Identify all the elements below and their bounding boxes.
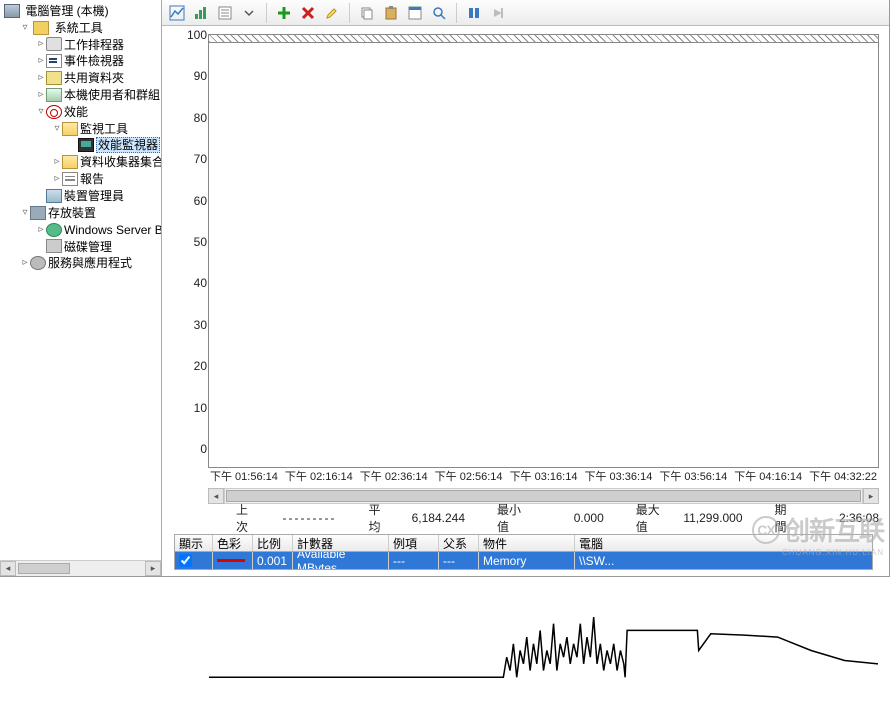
separator (266, 3, 267, 23)
paste-button[interactable] (380, 2, 402, 24)
view-graph-button[interactable] (166, 2, 188, 24)
backup-icon (46, 223, 62, 237)
tree-system-tools[interactable]: ▿ 系統工具 ▹工作排程器 ▹事件檢視器 ▹共用資料夾 ▹本機使用者和群組 ▿效… (20, 19, 161, 204)
tree-label: 本機使用者和群組 (64, 88, 160, 102)
scroll-left-button[interactable]: ◂ (0, 561, 16, 576)
monitor-icon (78, 138, 94, 152)
expand-icon[interactable]: ▿ (36, 104, 46, 120)
separator (456, 3, 457, 23)
expand-icon[interactable]: ▹ (20, 255, 30, 271)
tree-event-viewer[interactable]: ▹ 事件檢視器 (36, 52, 161, 69)
tree-disk-mgmt[interactable]: 磁碟管理 (36, 238, 161, 255)
tree-label: 資料收集器集合工具 (80, 155, 162, 169)
scroll-track[interactable] (16, 561, 145, 576)
tree-label: 共用資料夾 (64, 71, 124, 85)
tools-icon (33, 21, 49, 35)
scroll-track[interactable] (224, 488, 863, 504)
freeze-display-button[interactable] (463, 2, 485, 24)
performance-icon (46, 105, 62, 119)
tree-horizontal-scrollbar[interactable]: ◂ ▸ (0, 560, 161, 576)
tree-device-manager[interactable]: 裝置管理員 (36, 187, 161, 204)
grid-header-show[interactable]: 顯示 (175, 535, 213, 551)
event-viewer-icon (46, 54, 62, 68)
expand-icon[interactable]: ▹ (52, 171, 62, 187)
tree-reports[interactable]: ▹ 報告 (52, 170, 161, 187)
scroll-thumb[interactable] (18, 563, 70, 574)
tree-root[interactable]: 電腦管理 (本機) ▿ 系統工具 ▹ 工作排程器 ▹ 事件檢視器 ▹ 共用資料夾 ▹ 本… (4, 2, 161, 271)
storage-icon (30, 206, 46, 220)
disk-icon (46, 239, 62, 253)
expand-icon[interactable]: ▹ (52, 154, 62, 170)
content-panel: 1009080706050403020100 下午 01:56:14下午 02:… (162, 0, 889, 576)
expand-icon[interactable]: ▹ (36, 222, 46, 238)
update-data-button[interactable] (487, 2, 509, 24)
users-icon (46, 88, 62, 102)
tree-services-apps[interactable]: ▹ 服務與應用程式 (20, 254, 161, 271)
folder-icon (62, 155, 78, 169)
report-icon (62, 172, 78, 186)
expand-icon[interactable]: ▿ (20, 205, 30, 221)
view-histogram-button[interactable] (190, 2, 212, 24)
tree-label: 存放裝置 (48, 206, 96, 220)
scroll-thumb[interactable] (226, 490, 861, 502)
tree-label: 報告 (80, 172, 104, 186)
zoom-button[interactable] (428, 2, 450, 24)
grid-cell-show[interactable] (175, 552, 213, 569)
tree-label: 服務與應用程式 (48, 256, 132, 270)
computer-icon (4, 4, 20, 18)
y-axis-labels: 1009080706050403020100 (171, 35, 207, 449)
chart-area: 1009080706050403020100 下午 01:56:14下午 02:… (162, 26, 889, 576)
tree-storage[interactable]: ▿ 存放裝置 ▹ Windows Server Backu.. 磁碟管理 (20, 204, 161, 254)
properties-button[interactable] (404, 2, 426, 24)
perfmon-toolbar (162, 0, 889, 26)
tree-label: 監視工具 (80, 122, 128, 136)
folder-icon (62, 122, 78, 136)
tree-label: 事件檢視器 (64, 54, 124, 68)
navigation-tree-panel: 電腦管理 (本機) ▿ 系統工具 ▹ 工作排程器 ▹ 事件檢視器 ▹ 共用資料夾 ▹ 本… (0, 0, 162, 576)
expand-icon[interactable]: ▿ (52, 121, 62, 137)
chart-plot[interactable]: 1009080706050403020100 (208, 34, 879, 468)
tree-label: 效能監視器 (96, 137, 160, 153)
tree-server-backup[interactable]: ▹ Windows Server Backu.. (36, 221, 161, 238)
add-counter-button[interactable] (273, 2, 295, 24)
navigation-tree[interactable]: 電腦管理 (本機) ▿ 系統工具 ▹ 工作排程器 ▹ 事件檢視器 ▹ 共用資料夾 ▹ 本… (0, 0, 161, 271)
expand-icon[interactable]: ▹ (36, 36, 46, 52)
device-manager-icon (46, 189, 62, 203)
expand-icon[interactable]: ▿ (20, 20, 30, 36)
tree-users-groups[interactable]: ▹ 本機使用者和群組 (36, 86, 161, 103)
shared-folder-icon (46, 71, 62, 85)
expand-icon[interactable]: ▹ (36, 53, 46, 69)
tree-label: 磁碟管理 (64, 239, 112, 253)
tree-label: Windows Server Backu.. (64, 223, 162, 237)
show-checkbox[interactable] (179, 554, 192, 567)
tree-label: 工作排程器 (64, 37, 124, 51)
scroll-right-button[interactable]: ▸ (145, 561, 161, 576)
tree-label: 效能 (64, 105, 88, 119)
tree-root-label: 電腦管理 (本機) (25, 4, 108, 18)
gear-icon (30, 256, 46, 270)
expand-icon[interactable]: ▹ (36, 70, 46, 86)
scheduler-icon (46, 37, 62, 51)
tree-scheduler[interactable]: ▹ 工作排程器 (36, 36, 161, 53)
copy-button[interactable] (356, 2, 378, 24)
tree-label: 系統工具 (55, 21, 103, 35)
delete-counter-button[interactable] (297, 2, 319, 24)
dropdown-button[interactable] (238, 2, 260, 24)
view-report-button[interactable] (214, 2, 236, 24)
tree-data-collector[interactable]: ▹ 資料收集器集合工具 (52, 153, 161, 170)
separator (349, 3, 350, 23)
tree-performance[interactable]: ▿效能 ▿監視工具 效能監視器 ▹資料收集器集合工具 ▹報 (36, 103, 161, 187)
tree-perf-monitor[interactable]: 效能監視器 (68, 137, 161, 154)
highlight-button[interactable] (321, 2, 343, 24)
chart-svg (209, 35, 878, 704)
expand-icon[interactable]: ▹ (36, 87, 46, 103)
tree-shared-folders[interactable]: ▹ 共用資料夾 (36, 69, 161, 86)
tree-label: 裝置管理員 (64, 189, 124, 203)
tree-monitoring-tools[interactable]: ▿ 監視工具 效能監視器 (52, 120, 161, 154)
time-scrollbar[interactable]: ◂ ▸ (208, 488, 879, 504)
